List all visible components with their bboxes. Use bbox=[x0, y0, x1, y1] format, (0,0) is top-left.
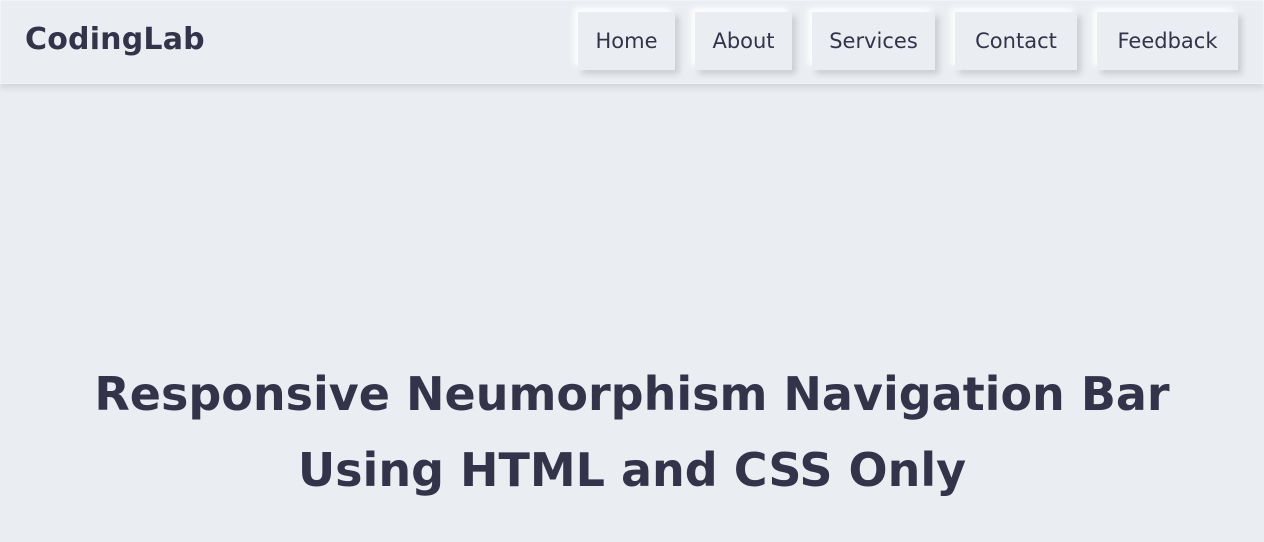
page-title-line-2: Using HTML and CSS Only bbox=[297, 443, 967, 497]
nav-item-services[interactable]: Services bbox=[812, 12, 935, 70]
nav-item-home[interactable]: Home bbox=[578, 12, 675, 70]
page-title: Responsive Neumorphism Navigation Bar Us… bbox=[0, 356, 1264, 508]
nav-item-feedback[interactable]: Feedback bbox=[1097, 12, 1238, 70]
navigation-bar: CodingLab Home About Services Contact Fe… bbox=[0, 0, 1264, 84]
brand-logo[interactable]: CodingLab bbox=[25, 22, 205, 58]
page-title-line-1: Responsive Neumorphism Navigation Bar bbox=[94, 367, 1170, 421]
nav-item-contact[interactable]: Contact bbox=[955, 12, 1077, 70]
nav-item-about[interactable]: About bbox=[695, 12, 792, 70]
